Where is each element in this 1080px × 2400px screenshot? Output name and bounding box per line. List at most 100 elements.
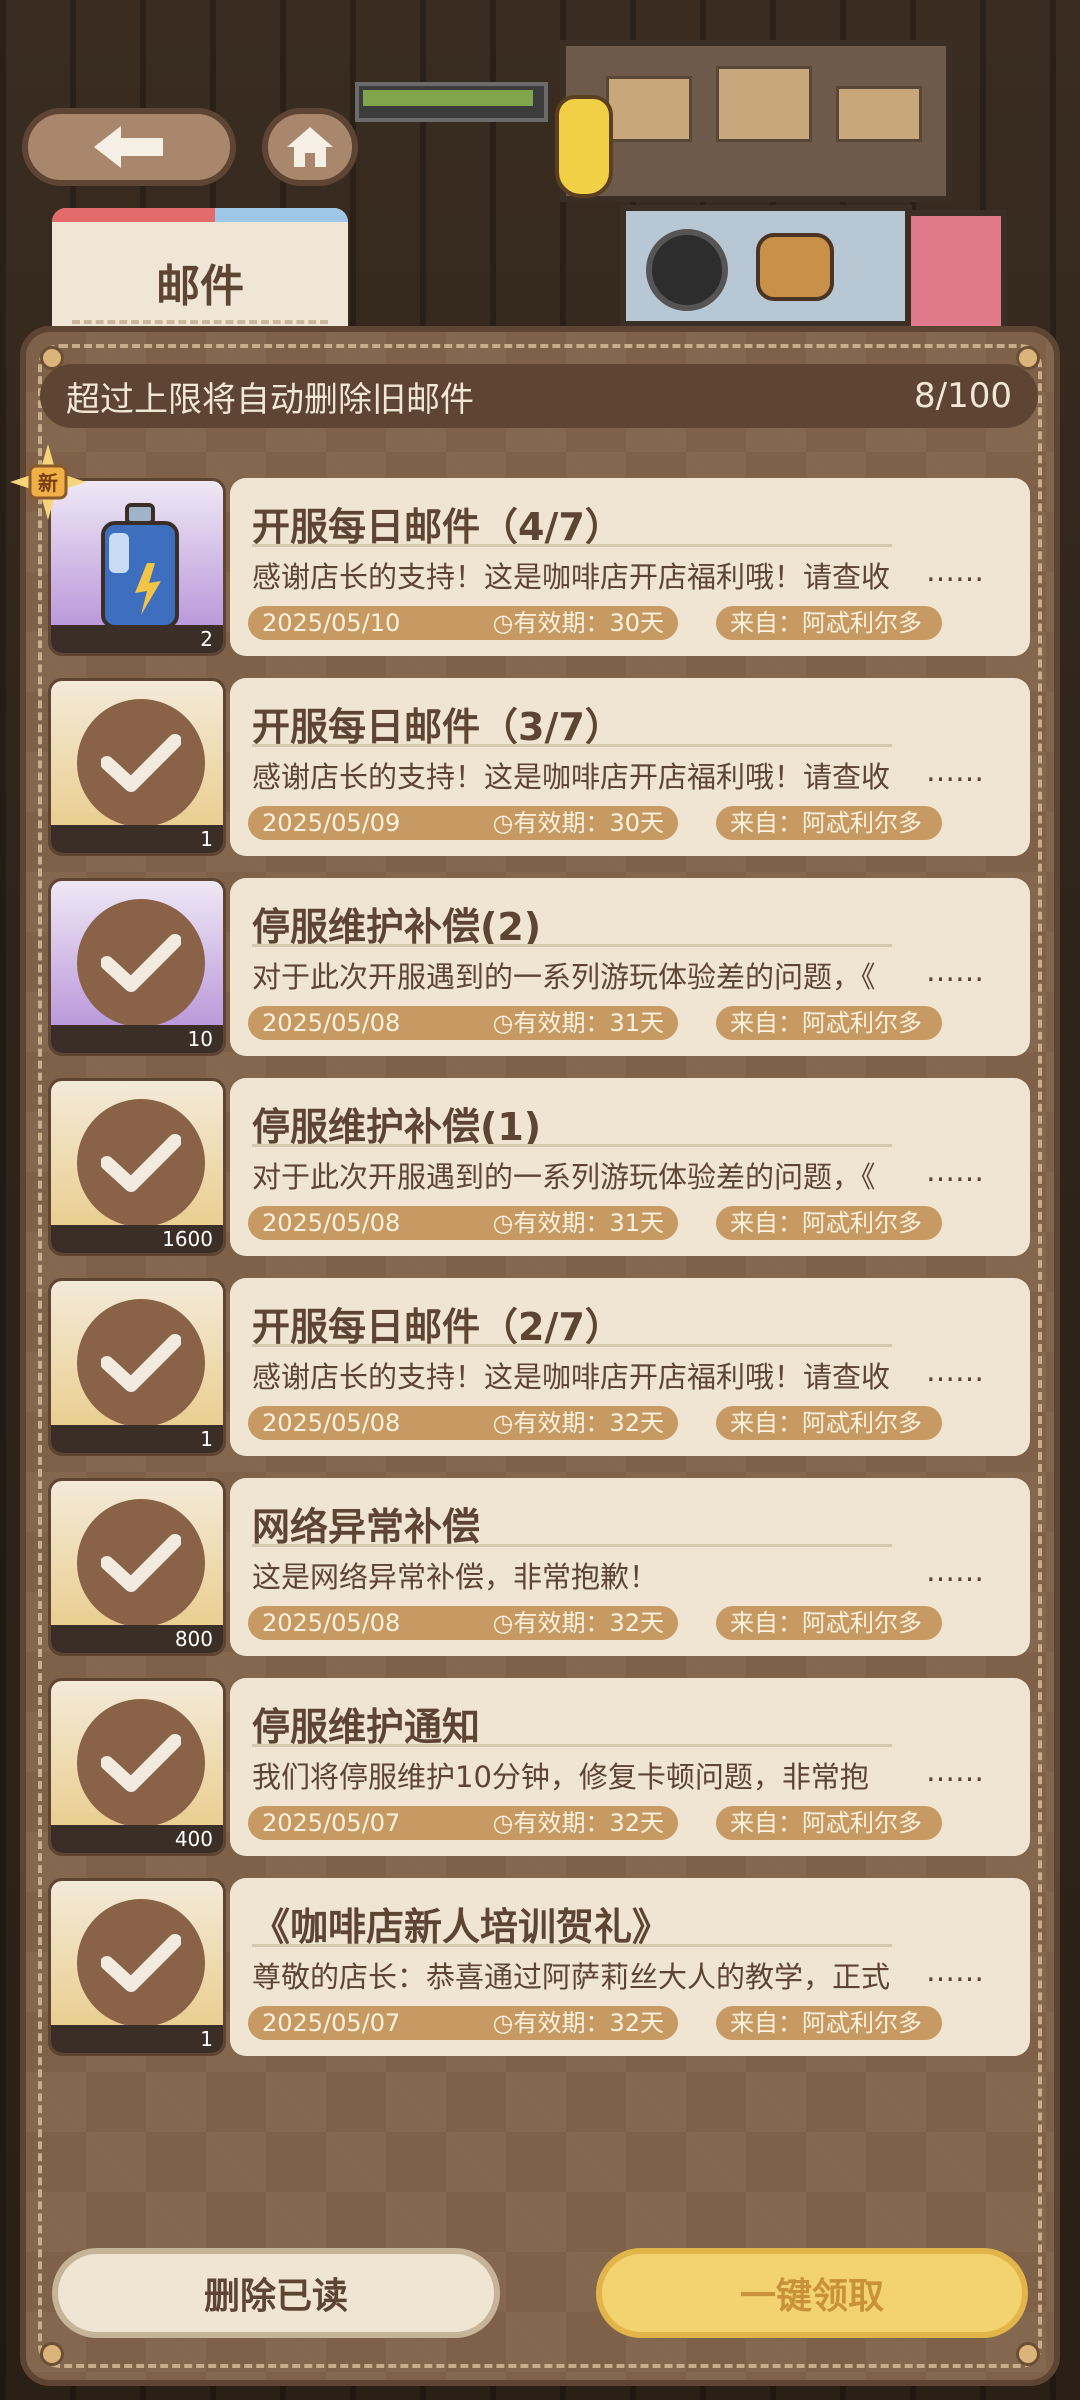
mail-date: 2025/05/08 [262,1009,401,1037]
background-lamp [555,95,613,198]
delete-read-button[interactable]: 删除已读 [52,2248,500,2338]
mail-title: 网络异常补偿 [252,1505,481,1549]
mail-item[interactable]: 1 开服每日邮件（3/7） 感谢店长的支持！这是咖啡店开店福利哦！请查收 …… … [48,678,1030,858]
mail-meta: 2025/05/08 ◷有效期：32天 [248,1406,678,1440]
reward-quantity: 1 [51,2025,223,2053]
mail-validity: ◷有效期：32天 [492,2009,665,2037]
mail-card[interactable]: 停服维护补偿(1) 对于此次开服遇到的一系列游玩体验差的问题，《 …… 2025… [230,1078,1030,1256]
mail-item[interactable]: 400 停服维护通知 我们将停服维护10分钟，修复卡顿问题，非常抱 …… 202… [48,1678,1030,1858]
reward-quantity: 1 [51,825,223,853]
mail-preview: 对于此次开服遇到的一系列游玩体验差的问题，《 [252,1160,876,1194]
clock-icon: ◷ [492,1409,514,1437]
claimed-check-icon [77,699,205,827]
reward-quantity: 800 [51,1625,223,1653]
mail-item[interactable]: 1600 停服维护补偿(1) 对于此次开服遇到的一系列游玩体验差的问题，《 ……… [48,1078,1030,1258]
mail-card[interactable]: 开服每日邮件（2/7） 感谢店长的支持！这是咖啡店开店福利哦！请查收 …… 20… [230,1278,1030,1456]
mail-meta: 2025/05/09 ◷有效期：30天 [248,806,678,840]
mail-date: 2025/05/08 [262,1209,401,1237]
mail-ellipsis: …… [926,1354,984,1388]
mail-item[interactable]: 800 网络异常补偿 这是网络异常补偿，非常抱歉！ …… 2025/05/08 … [48,1478,1030,1658]
mail-reward-icon[interactable]: 1 [48,678,226,856]
claimed-check-icon [77,1899,205,2027]
clock-icon: ◷ [492,1809,514,1837]
mail-preview: 我们将停服维护10分钟，修复卡顿问题，非常抱 [252,1760,869,1794]
clock-icon: ◷ [492,1609,514,1637]
mail-validity: ◷有效期：32天 [492,1809,665,1837]
mail-card[interactable]: 《咖啡店新人培训贺礼》 尊敬的店长：恭喜通过阿萨莉丝大人的教学，正式 …… 20… [230,1878,1030,2056]
mail-date: 2025/05/07 [262,2009,401,2037]
mail-validity: ◷有效期：32天 [492,1409,665,1437]
mail-meta: 2025/05/08 ◷有效期：31天 [248,1206,678,1240]
mail-validity: ◷有效期：31天 [492,1009,665,1037]
mail-sender: 来自：阿忒利尔多 [716,2006,942,2040]
mail-meta: 2025/05/08 ◷有效期：31天 [248,1006,678,1040]
back-arrow-icon [94,126,163,168]
claim-all-button[interactable]: 一键领取 [596,2248,1028,2338]
home-icon [287,127,333,167]
mail-sender: 来自：阿忒利尔多 [716,606,942,640]
reward-quantity: 400 [51,1825,223,1853]
mail-card[interactable]: 停服维护补偿(2) 对于此次开服遇到的一系列游玩体验差的问题，《 …… 2025… [230,878,1030,1056]
mail-card[interactable]: 开服每日邮件（3/7） 感谢店长的支持！这是咖啡店开店福利哦！请查收 …… 20… [230,678,1030,856]
mail-ellipsis: …… [926,1954,984,1988]
mail-preview: 感谢店长的支持！这是咖啡店开店福利哦！请查收 [252,560,891,594]
reward-quantity: 2 [51,625,223,653]
mail-item[interactable]: 2 新 开服每日邮件（4/7） 感谢店长的支持！这是咖啡店开店福利哦！请查收 …… [10,444,1030,658]
mail-reward-icon[interactable]: 1 [48,1278,226,1456]
home-button[interactable] [262,108,358,186]
mail-card[interactable]: 网络异常补偿 这是网络异常补偿，非常抱歉！ …… 2025/05/08 ◷有效期… [230,1478,1030,1656]
mail-reward-icon[interactable]: 800 [48,1478,226,1656]
potion-icon [101,503,179,629]
mail-title: 停服维护补偿(1) [252,1105,542,1149]
mail-ellipsis: …… [926,554,984,588]
mail-validity: ◷有效期：30天 [492,609,665,637]
clock-icon: ◷ [492,809,514,837]
new-badge-icon: 新 [10,444,86,520]
clock-icon: ◷ [492,609,514,637]
mail-sender: 来自：阿忒利尔多 [716,806,942,840]
claimed-check-icon [77,1499,205,1627]
mail-validity: ◷有效期：32天 [492,1609,665,1637]
mail-ellipsis: …… [926,1554,984,1588]
mail-title: 开服每日邮件（4/7） [252,505,623,549]
mail-limit-notice: 超过上限将自动删除旧邮件 8/100 [40,364,1038,428]
mail-reward-icon[interactable]: 1600 [48,1078,226,1256]
mail-preview: 感谢店长的支持！这是咖啡店开店福利哦！请查收 [252,760,891,794]
background-progress-bar [355,82,548,122]
mail-item[interactable]: 1 开服每日邮件（2/7） 感谢店长的支持！这是咖啡店开店福利哦！请查收 …… … [48,1278,1030,1458]
mail-item[interactable]: 1 《咖啡店新人培训贺礼》 尊敬的店长：恭喜通过阿萨莉丝大人的教学，正式 …… … [48,1878,1030,2058]
tab-stripe [52,208,348,222]
mail-date: 2025/05/07 [262,1809,401,1837]
mail-date: 2025/05/08 [262,1409,401,1437]
mail-ellipsis: …… [926,1754,984,1788]
mail-preview: 感谢店长的支持！这是咖啡店开店福利哦！请查收 [252,1360,891,1394]
mail-preview: 尊敬的店长：恭喜通过阿萨莉丝大人的教学，正式 [252,1960,891,1994]
mail-tab[interactable]: 邮件 [52,208,348,338]
mail-reward-icon[interactable]: 400 [48,1678,226,1856]
claimed-check-icon [77,1099,205,1227]
mail-ellipsis: …… [926,754,984,788]
mail-ellipsis: …… [926,954,984,988]
mail-date: 2025/05/10 [262,609,401,637]
back-button[interactable] [22,108,236,186]
reward-quantity: 1600 [51,1225,223,1253]
mail-item[interactable]: 10 停服维护补偿(2) 对于此次开服遇到的一系列游玩体验差的问题，《 …… 2… [48,878,1030,1058]
mail-date: 2025/05/08 [262,1609,401,1637]
mail-meta: 2025/05/10 ◷有效期：30天 [248,606,678,640]
mail-reward-icon[interactable]: 1 [48,1878,226,2056]
claimed-check-icon [77,1699,205,1827]
mail-card[interactable]: 停服维护通知 我们将停服维护10分钟，修复卡顿问题，非常抱 …… 2025/05… [230,1678,1030,1856]
mail-title: 停服维护补偿(2) [252,905,542,949]
clock-icon: ◷ [492,1209,514,1237]
mail-meta: 2025/05/08 ◷有效期：32天 [248,1606,678,1640]
reward-quantity: 1 [51,1425,223,1453]
new-badge-text: 新 [38,471,58,495]
mail-title: 开服每日邮件（2/7） [252,1305,623,1349]
mail-meta: 2025/05/07 ◷有效期：32天 [248,2006,678,2040]
mail-title: 《咖啡店新人培训贺礼》 [252,1905,671,1949]
mail-title: 停服维护通知 [252,1705,481,1749]
tab-label: 邮件 [156,261,244,312]
notice-text: 超过上限将自动删除旧邮件 [66,379,474,420]
mail-reward-icon[interactable]: 10 [48,878,226,1056]
mail-card[interactable]: 开服每日邮件（4/7） 感谢店长的支持！这是咖啡店开店福利哦！请查收 …… 20… [230,478,1030,656]
